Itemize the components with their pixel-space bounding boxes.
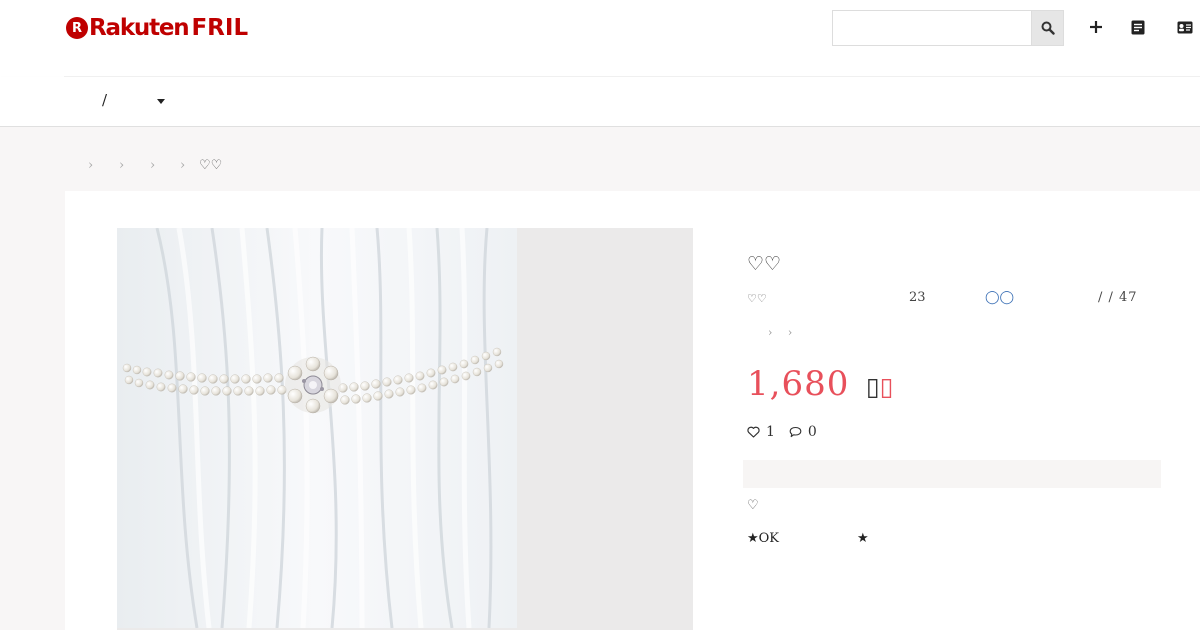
- id-card-icon: [1177, 21, 1193, 33]
- notes-button[interactable]: [1125, 14, 1151, 40]
- breadcrumb-separator: ›: [150, 158, 156, 173]
- description-heart: ♡: [747, 498, 759, 513]
- logo-rakuten-text: Rakuten: [89, 15, 190, 41]
- description-ok: ★OK: [747, 531, 780, 546]
- plus-icon: [1090, 21, 1102, 33]
- category-path[interactable]: › ›: [768, 326, 798, 339]
- item-date: / / 47: [1098, 290, 1138, 305]
- breadcrumb-separator: ›: [119, 158, 125, 173]
- search-button[interactable]: [1031, 11, 1063, 45]
- site-header: R Rakuten FRIL: [0, 0, 1200, 76]
- price-suffix: ▯▯: [866, 372, 894, 401]
- search-input[interactable]: [833, 11, 1031, 45]
- nav-category-separator: /: [102, 91, 108, 109]
- item-photo: [117, 228, 517, 628]
- seller-rating[interactable]: ◯◯: [985, 290, 1014, 305]
- price-suffix-b: ▯: [879, 372, 894, 401]
- like-count: 1: [766, 424, 775, 440]
- document-icon: [1131, 20, 1145, 34]
- breadcrumb-separator: ›: [180, 158, 186, 173]
- comment-button[interactable]: 0: [789, 424, 817, 440]
- profile-button[interactable]: [1172, 14, 1198, 40]
- logo-fril-text: FRIL: [191, 15, 249, 41]
- search-icon: [1041, 21, 1055, 35]
- item-title: ♡♡: [747, 253, 782, 275]
- comment-icon: [789, 426, 802, 438]
- rakuten-fril-logo[interactable]: R Rakuten FRIL: [66, 14, 248, 42]
- sell-button[interactable]: [1083, 14, 1109, 40]
- breadcrumb-separator: ›: [88, 158, 94, 173]
- item-price: 1,680: [747, 364, 850, 404]
- like-button[interactable]: 1: [747, 424, 775, 440]
- item-brand-label[interactable]: ♡♡: [747, 292, 767, 305]
- notice-bar: [743, 460, 1161, 488]
- search-bar: [832, 10, 1064, 46]
- caret-down-icon[interactable]: [157, 99, 165, 104]
- description-star: ★: [857, 531, 869, 546]
- item-stats: 1 0: [747, 423, 831, 441]
- heart-icon: [747, 426, 760, 438]
- item-count: 23: [909, 290, 926, 305]
- logo-mark: R: [66, 17, 88, 39]
- price-suffix-a: ▯: [866, 372, 880, 401]
- comment-count: 0: [807, 424, 817, 440]
- breadcrumb-current: ♡♡: [199, 158, 223, 173]
- category-nav: /: [0, 77, 1200, 127]
- item-photo-frame[interactable]: [117, 228, 693, 630]
